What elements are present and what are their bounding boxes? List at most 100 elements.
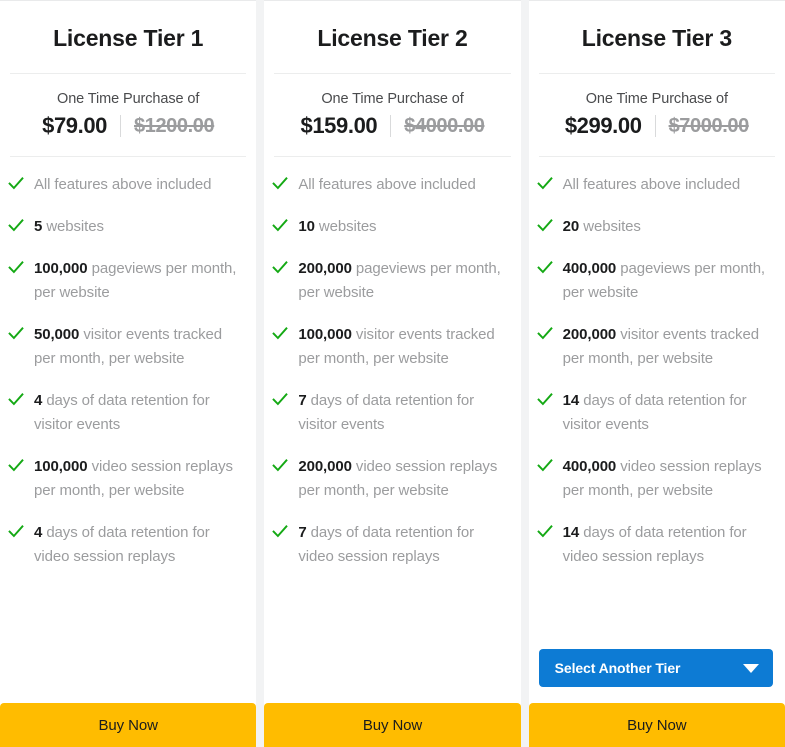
- feature-label: All features above included: [562, 176, 741, 193]
- feature-item: All features above included: [272, 173, 508, 197]
- price-divider: [390, 115, 392, 137]
- feature-text: 14 days of data retention for visitor ev…: [563, 389, 773, 437]
- feature-list: All features above included 5 websites 100…: [0, 157, 256, 703]
- feature-label: websites: [579, 218, 641, 235]
- check-icon: [8, 459, 24, 472]
- buy-wrap: Buy Now: [264, 703, 521, 747]
- feature-text: 200,000 pageviews per month, per website: [298, 257, 508, 305]
- feature-text: 20 websites: [563, 215, 641, 239]
- feature-item: 4 days of data retention for video sessi…: [8, 521, 244, 569]
- feature-value: 400,000: [562, 260, 617, 277]
- check-icon: [272, 393, 289, 406]
- buy-now-button[interactable]: Buy Now: [528, 703, 785, 747]
- buy-wrap: Buy Now: [0, 703, 257, 747]
- original-price: $4000.00: [404, 114, 485, 137]
- feature-value: 14: [562, 524, 580, 541]
- feature-item: 400,000 video session replays per month,…: [536, 455, 773, 503]
- feature-item: All features above included: [8, 173, 244, 197]
- feature-text: 100,000 video session replays per month,…: [34, 455, 244, 503]
- current-price: $299.00: [564, 113, 642, 138]
- feature-item: 5 websites: [8, 215, 244, 239]
- feature-value: 200,000: [298, 260, 352, 277]
- feature-item: 7 days of data retention for video sessi…: [272, 521, 508, 569]
- feature-label: All features above included: [34, 176, 212, 193]
- tier-title: License Tier 3: [581, 25, 732, 51]
- price-block: One Time Purchase of $299.00 $7000.00: [529, 74, 785, 156]
- original-price: $1200.00: [134, 114, 215, 137]
- check-icon: [8, 261, 24, 274]
- check-icon: [8, 525, 24, 538]
- check-icon: [8, 393, 24, 406]
- feature-item: 14 days of data retention for visitor ev…: [536, 389, 773, 437]
- feature-label: days of data retention for visitor event…: [34, 392, 210, 433]
- feature-value: 50,000: [34, 326, 80, 343]
- check-icon: [536, 525, 553, 538]
- check-icon: [272, 177, 289, 190]
- feature-item: 4 days of data retention for visitor eve…: [8, 389, 244, 437]
- original-price: $7000.00: [668, 114, 750, 137]
- price-lead-label: One Time Purchase of: [321, 91, 464, 107]
- feature-label: websites: [314, 218, 377, 235]
- price-row: $79.00 $1200.00: [10, 113, 246, 139]
- feature-value: 14: [562, 392, 580, 409]
- feature-value: 200,000: [298, 458, 352, 475]
- check-icon: [536, 261, 553, 274]
- check-icon: [8, 327, 24, 340]
- feature-list: All features above included 20 websites 40…: [529, 157, 785, 647]
- feature-value: 7: [298, 524, 307, 541]
- feature-text: 400,000 pageviews per month, per website: [563, 257, 773, 305]
- feature-label: days of data retention for visitor event…: [562, 392, 747, 433]
- feature-item: 7 days of data retention for visitor eve…: [272, 389, 508, 437]
- check-icon: [272, 327, 289, 340]
- check-icon: [272, 261, 289, 274]
- pricing-tier-grid: License Tier 1 One Time Purchase of $79.00…: [0, 0, 785, 747]
- tier-card: License Tier 3 One Time Purchase of $299.0…: [528, 0, 785, 747]
- feature-item: 14 days of data retention for video sess…: [536, 521, 773, 569]
- buy-now-button[interactable]: Buy Now: [0, 703, 257, 747]
- check-icon: [272, 219, 289, 232]
- check-icon: [8, 219, 24, 232]
- feature-text: 4 days of data retention for visitor eve…: [34, 389, 244, 437]
- check-icon: [536, 393, 553, 406]
- feature-item: 20 websites: [536, 215, 773, 239]
- feature-text: 100,000 pageviews per month, per website: [34, 257, 244, 305]
- tier-card: License Tier 1 One Time Purchase of $79.00…: [0, 0, 257, 747]
- feature-text: 200,000 video session replays per month,…: [298, 455, 508, 503]
- select-another-tier-label: Select Another Tier: [554, 660, 681, 676]
- feature-label: days of data retention for video session…: [34, 524, 210, 565]
- current-price: $159.00: [300, 113, 378, 138]
- feature-value: 7: [298, 392, 307, 409]
- tier-title: License Tier 2: [317, 25, 468, 51]
- feature-value: 100,000: [298, 326, 352, 343]
- tier-title: License Tier 1: [53, 25, 204, 51]
- feature-text: 400,000 video session replays per month,…: [563, 455, 773, 503]
- price-divider: [654, 115, 656, 137]
- check-icon: [272, 525, 289, 538]
- check-icon: [536, 327, 553, 340]
- select-another-tier-dropdown[interactable]: Select Another Tier: [538, 649, 773, 687]
- feature-text: 7 days of data retention for visitor eve…: [298, 389, 508, 437]
- buy-wrap: Buy Now: [528, 703, 785, 747]
- feature-item: All features above included: [536, 173, 773, 197]
- feature-value: 4: [34, 392, 43, 409]
- check-icon: [536, 177, 553, 190]
- feature-text: All features above included: [34, 173, 212, 197]
- price-block: One Time Purchase of $79.00 $1200.00: [0, 74, 256, 156]
- feature-text: 100,000 visitor events tracked per month…: [298, 323, 508, 371]
- feature-value: 20: [562, 218, 580, 235]
- feature-text: 200,000 visitor events tracked per month…: [563, 323, 773, 371]
- feature-value: 100,000: [34, 260, 88, 277]
- feature-label: days of data retention for video session…: [298, 524, 474, 565]
- feature-value: 100,000: [34, 458, 88, 475]
- price-block: One Time Purchase of $159.00 $4000.00: [264, 74, 520, 156]
- feature-text: 5 websites: [34, 215, 104, 239]
- feature-text: 14 days of data retention for video sess…: [563, 521, 773, 569]
- check-icon: [536, 459, 553, 472]
- feature-label: All features above included: [298, 176, 476, 193]
- buy-now-button[interactable]: Buy Now: [264, 703, 521, 747]
- feature-value: 200,000: [562, 326, 617, 343]
- feature-item: 50,000 visitor events tracked per month,…: [8, 323, 244, 371]
- feature-item: 100,000 video session replays per month,…: [8, 455, 244, 503]
- feature-text: All features above included: [562, 173, 741, 197]
- current-price: $79.00: [42, 113, 107, 138]
